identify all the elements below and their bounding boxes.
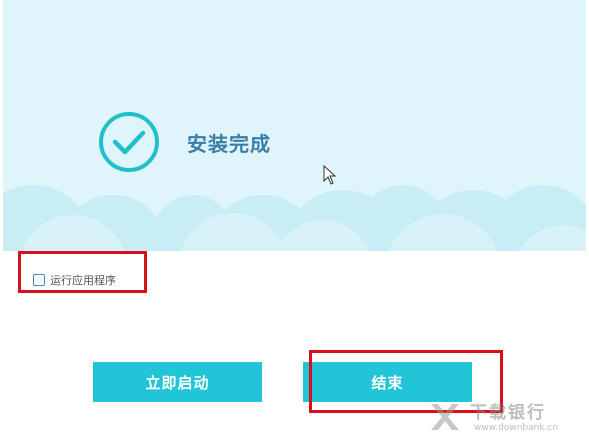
watermark-name: 下载银行 [470, 403, 546, 423]
watermark-logo-icon [431, 404, 459, 430]
run-app-option[interactable]: 运行应用程序 [33, 272, 116, 288]
run-app-label: 运行应用程序 [50, 274, 116, 287]
completion-banner: 安装完成 [3, 0, 586, 251]
install-complete-title: 安装完成 [187, 132, 271, 156]
mouse-cursor-icon [323, 165, 337, 185]
watermark: 下载银行 www.downbank.cn [428, 398, 588, 438]
run-app-checkbox[interactable] [33, 274, 45, 286]
check-circle-icon [99, 112, 159, 172]
watermark-url: www.downbank.cn [474, 423, 559, 433]
cloud-decoration [3, 185, 586, 251]
finish-button[interactable]: 结束 [303, 362, 472, 402]
launch-now-button[interactable]: 立即启动 [93, 362, 262, 402]
